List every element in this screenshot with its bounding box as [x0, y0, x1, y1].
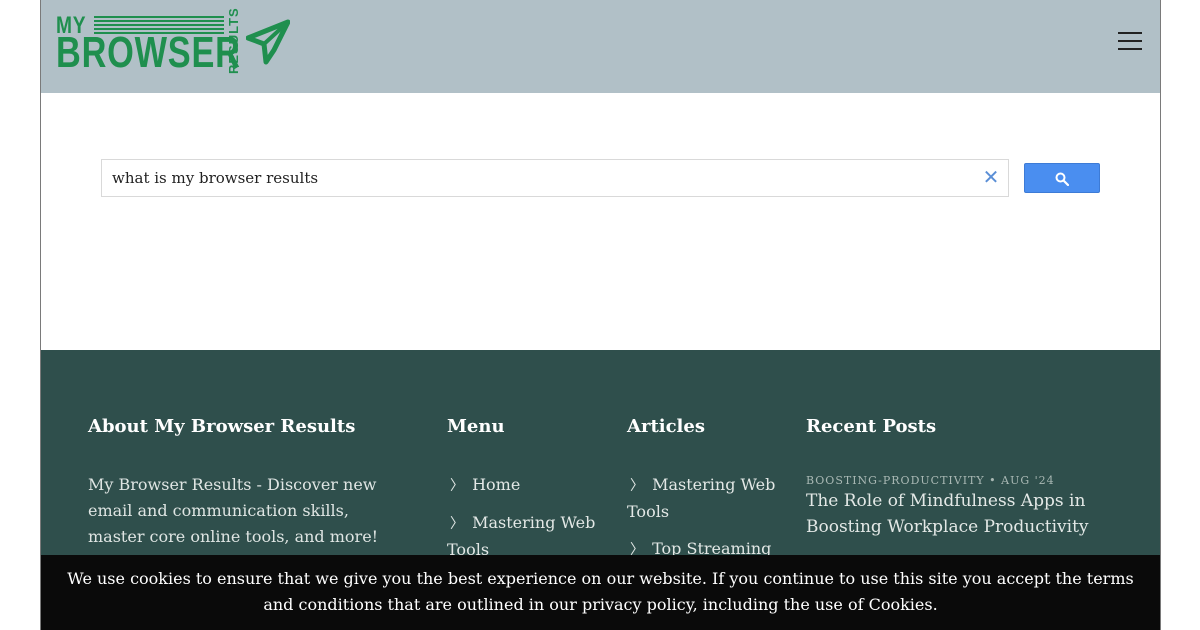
about-title: About My Browser Results	[88, 416, 356, 437]
articles-title: Articles	[627, 416, 705, 437]
page-frame: MY BROWSER RESULTS ✕ About My Browser Re…	[40, 0, 1161, 630]
search-button[interactable]	[1024, 163, 1100, 193]
article-item-label: Mastering Web Tools	[627, 475, 776, 521]
menu-item-home[interactable]: 〉 Home	[447, 472, 597, 499]
clear-search-icon[interactable]: ✕	[982, 167, 1000, 187]
site-logo[interactable]: MY BROWSER RESULTS	[56, 7, 296, 80]
menu-item-label: Home	[472, 475, 521, 494]
post-meta: BOOSTING-PRODUCTIVITY • AUG '24	[806, 474, 1055, 487]
cookie-banner: We use cookies to ensure that we give yo…	[41, 555, 1160, 630]
hamburger-icon[interactable]	[1118, 32, 1142, 54]
chevron-right-icon: 〉	[450, 516, 464, 532]
recent-posts-title: Recent Posts	[806, 416, 937, 437]
menu-item-label: Mastering Web Tools	[447, 513, 596, 559]
cookie-text: We use cookies to ensure that we give yo…	[67, 569, 1134, 614]
chevron-right-icon: 〉	[450, 478, 464, 494]
logo-results: RESULTS	[226, 7, 241, 74]
search-input[interactable]	[112, 160, 972, 196]
menu-title: Menu	[447, 416, 505, 437]
search-box: ✕	[101, 159, 1009, 197]
recent-post-link[interactable]: The Role of Mindfulness Apps in Boosting…	[806, 488, 1126, 540]
article-item-mastering-web-tools[interactable]: 〉 Mastering Web Tools	[627, 472, 777, 525]
about-text: My Browser Results - Discover new email …	[88, 475, 379, 546]
search-icon	[1055, 172, 1069, 186]
logo-browser: BROWSER	[56, 28, 241, 77]
site-header: MY BROWSER RESULTS	[41, 0, 1160, 93]
chevron-right-icon: 〉	[630, 478, 644, 494]
paper-plane-icon	[246, 19, 290, 65]
